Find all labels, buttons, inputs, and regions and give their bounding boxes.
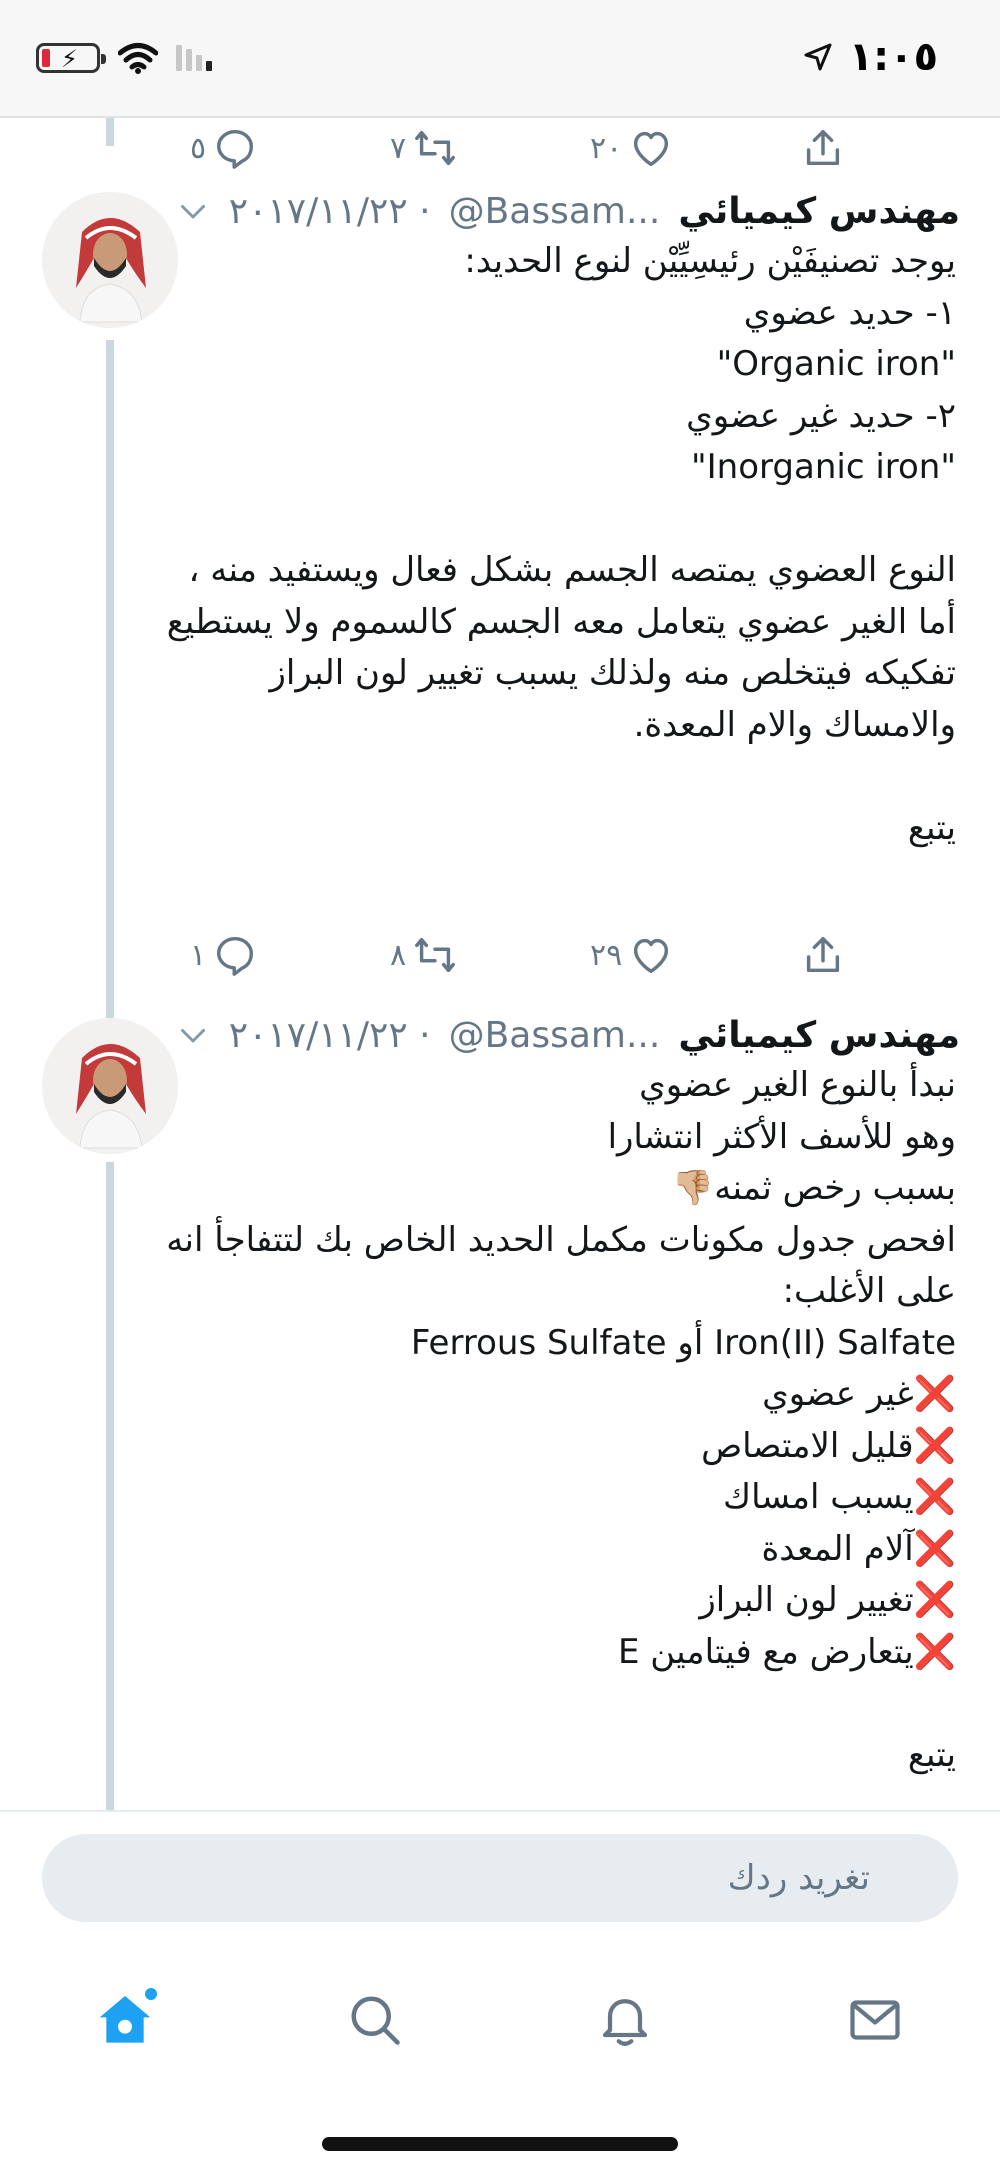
- bell-icon: [602, 1999, 648, 2046]
- tab-search[interactable]: [335, 1980, 415, 2060]
- tab-notifications[interactable]: [585, 1980, 665, 2060]
- new-tweets-indicator: [145, 1988, 157, 2000]
- chevron-down-icon[interactable]: [175, 1017, 211, 1053]
- tab-home[interactable]: [85, 1980, 165, 2060]
- location-arrow-icon: [804, 43, 832, 71]
- like-action[interactable]: ٢٠: [590, 118, 674, 178]
- tab-bar: [0, 1960, 1000, 2165]
- tweet-actions: ١ ٨ ٢٩: [190, 925, 890, 985]
- mail-icon: [850, 2000, 900, 2040]
- chevron-down-icon[interactable]: [175, 193, 211, 229]
- tab-messages[interactable]: [835, 1980, 915, 2060]
- tweet[interactable]: ٢٠١٧/١١/٢٢ · @Bassam... مهندس كيميائي نب…: [0, 1006, 1000, 1810]
- share-icon: [806, 129, 840, 166]
- retweet-count: ٧: [390, 130, 407, 166]
- tweet-header: ٢٠١٧/١١/٢٢ · @Bassam... مهندس كيميائي: [175, 186, 960, 236]
- share-action[interactable]: [800, 925, 846, 985]
- like-count: ٢٩: [590, 937, 623, 973]
- user-name[interactable]: مهندس كيميائي: [678, 191, 960, 232]
- thread-connector: [106, 118, 114, 146]
- like-action[interactable]: ٢٩: [590, 925, 674, 985]
- tweet-thread[interactable]: ٥ ٧ ٢٠ ٢٠١٧/١١/٢٢ · @Bassam... مهندس كيم…: [0, 118, 1000, 1810]
- tweet-text: نبدأ بالنوع الغير عضوي وهو للأسف الأكثر …: [166, 1065, 956, 1775]
- user-handle[interactable]: @Bassam...: [449, 191, 661, 232]
- status-right: ١:٠٥: [803, 34, 938, 80]
- tweet-text: يوجد تصنيفَيْن رئيسِيِّيْن لنوع الحديد: …: [166, 241, 956, 848]
- retweet-count: ٨: [390, 937, 407, 973]
- user-handle[interactable]: @Bassam...: [449, 1015, 661, 1056]
- like-count: ٢٠: [590, 130, 623, 166]
- heart-icon: [634, 131, 669, 167]
- tweet-actions: ٥ ٧ ٢٠: [190, 118, 890, 178]
- retweet-action[interactable]: ٨: [390, 925, 458, 985]
- user-name[interactable]: مهندس كيميائي: [678, 1015, 960, 1056]
- reply-icon: [217, 936, 254, 976]
- tweet-date: ٢٠١٧/١١/٢٢ ·: [228, 1014, 431, 1056]
- signal-strength-icon: [176, 45, 212, 71]
- status-bar: ⚡ ١:٠٥: [0, 0, 1000, 118]
- battery-charging-icon: ⚡: [36, 43, 106, 73]
- reply-count: ٥: [190, 130, 207, 166]
- reply-action[interactable]: ١: [190, 925, 258, 985]
- wifi-icon: [118, 43, 158, 74]
- status-time: ١:٠٥: [848, 34, 938, 80]
- share-action[interactable]: [800, 118, 846, 178]
- retweet-icon: [415, 130, 456, 166]
- reply-input[interactable]: تغريد ردك: [42, 1834, 958, 1922]
- reply-bar: تغريد ردك: [0, 1810, 1000, 1960]
- retweet-icon: [415, 937, 456, 973]
- search-icon: [351, 1996, 400, 2045]
- reply-action[interactable]: ٥: [190, 118, 258, 178]
- heart-icon: [634, 938, 669, 974]
- reply-count: ١: [190, 937, 207, 973]
- tweet-header: ٢٠١٧/١١/٢٢ · @Bassam... مهندس كيميائي: [175, 1010, 960, 1060]
- share-icon: [806, 936, 840, 973]
- retweet-action[interactable]: ٧: [390, 118, 458, 178]
- reply-icon: [217, 129, 254, 169]
- status-left: ⚡: [36, 42, 212, 74]
- home-indicator[interactable]: [322, 2137, 678, 2151]
- tweet-date: ٢٠١٧/١١/٢٢ ·: [228, 190, 431, 232]
